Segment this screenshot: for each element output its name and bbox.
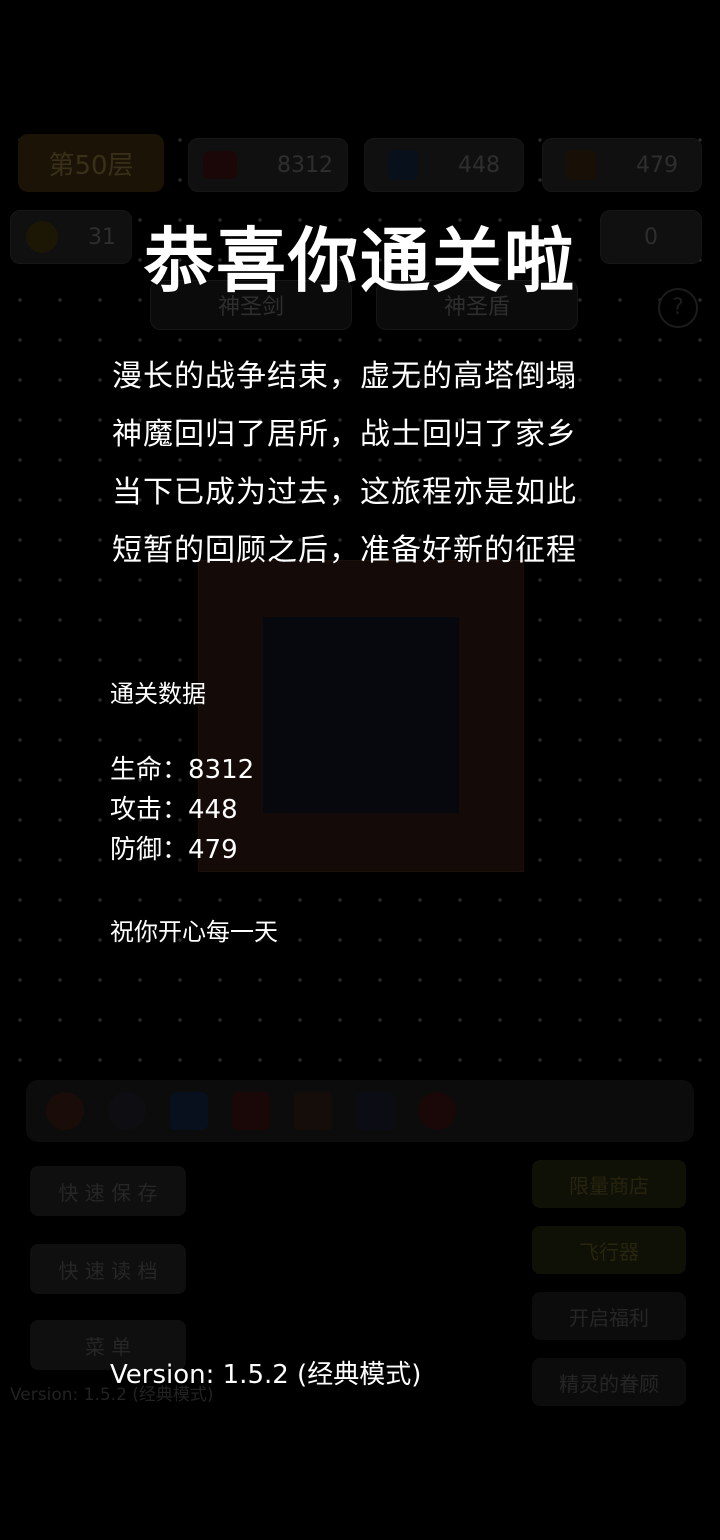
stat-atk: 攻击：448 — [110, 790, 254, 830]
item-icon — [232, 1092, 270, 1130]
item-icon — [418, 1092, 456, 1130]
quick-save-label: 快 速 保 存 — [58, 1180, 158, 1205]
fairy-button: 精灵的眷顾 — [532, 1358, 686, 1406]
stat-label: 防御： — [110, 835, 189, 865]
clear-stats-title: 通关数据 — [110, 680, 206, 708]
item-icon — [356, 1092, 394, 1130]
floor-label: 第50层 — [48, 150, 134, 181]
open-box-label: 开启福利 — [569, 1305, 649, 1330]
open-box-button: 开启福利 — [532, 1292, 686, 1340]
shop-label: 限量商店 — [569, 1173, 649, 1198]
item-icon — [294, 1092, 332, 1130]
floor-badge: 第50层 — [18, 134, 164, 192]
heart-icon — [203, 151, 237, 179]
stat-hp: 生命：8312 — [110, 750, 254, 790]
item-icon — [108, 1092, 146, 1130]
item-icon — [46, 1092, 84, 1130]
atk-value: 448 — [458, 152, 500, 178]
stat-value: 448 — [188, 795, 238, 825]
victory-title: 恭喜你通关啦 — [144, 220, 576, 302]
flyer-label: 飞行器 — [579, 1239, 639, 1264]
board-center — [263, 617, 459, 813]
shop-button: 限量商店 — [532, 1160, 686, 1208]
poem-line: 当下已成为过去，这旅程亦是如此 — [112, 475, 577, 510]
fairy-label: 精灵的眷顾 — [559, 1371, 659, 1396]
quick-save-button: 快 速 保 存 — [30, 1166, 186, 1216]
poem-line: 神魔回归了居所，战士回归了家乡 — [112, 417, 577, 452]
sword-icon — [388, 150, 418, 180]
atk-pill: 448 — [364, 138, 524, 192]
ending-poem: 漫长的战争结束，虚无的高塔倒塌 神魔回归了居所，战士回归了家乡 当下已成为过去，… — [112, 348, 632, 580]
version-label: Version: 1.5.2 (经典模式) — [110, 1360, 422, 1390]
stat-label: 攻击： — [110, 795, 189, 825]
stat-value: 479 — [188, 835, 238, 865]
poem-line: 漫长的战争结束，虚无的高塔倒塌 — [112, 359, 577, 394]
wish-message: 祝你开心每一天 — [110, 918, 278, 946]
poem-line: 短暂的回顾之后，准备好新的征程 — [112, 533, 577, 568]
quick-load-button: 快 速 读 档 — [30, 1244, 186, 1294]
stat-label: 生命： — [110, 755, 189, 785]
hp-value: 8312 — [277, 152, 333, 178]
hp-pill: 8312 — [188, 138, 348, 192]
stat-value: 8312 — [188, 755, 255, 785]
def-pill: 479 — [542, 138, 702, 192]
flyer-button: 飞行器 — [532, 1226, 686, 1274]
item-icon — [170, 1092, 208, 1130]
shield-icon — [566, 150, 596, 180]
item-toolbar — [26, 1080, 694, 1142]
def-value: 479 — [636, 152, 678, 178]
clear-stats: 生命：8312 攻击：448 防御：479 — [110, 750, 254, 870]
quick-load-label: 快 速 读 档 — [58, 1258, 158, 1283]
stat-def: 防御：479 — [110, 830, 254, 870]
